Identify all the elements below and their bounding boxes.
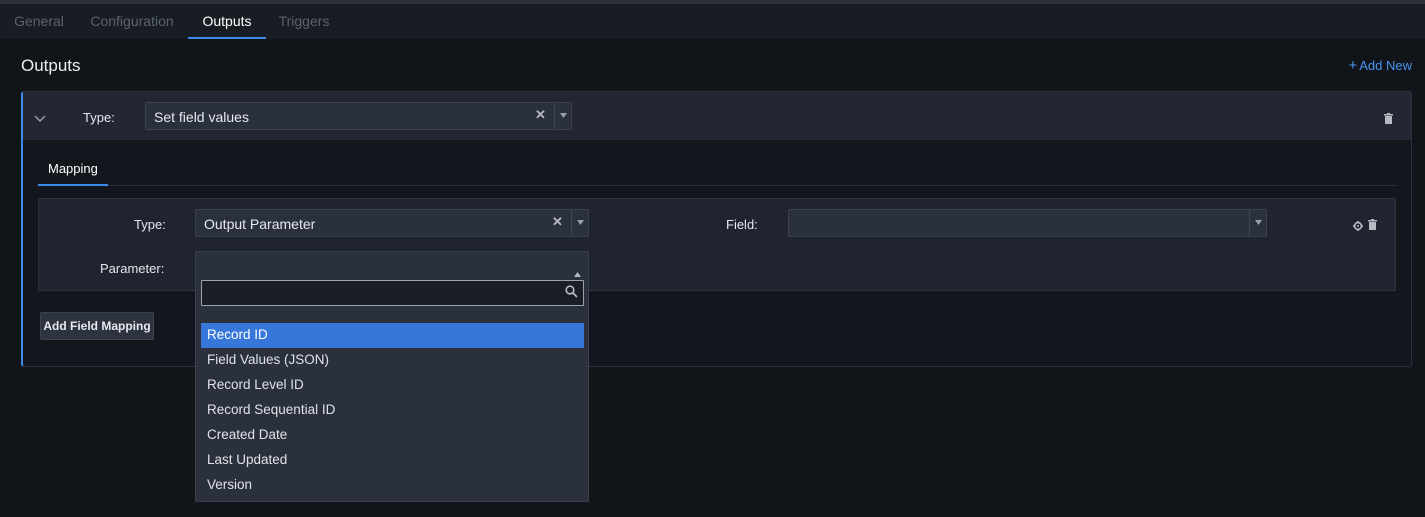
option-created-date[interactable]: Created Date [201,423,584,448]
option-record-level-id[interactable]: Record Level ID [201,373,584,398]
caret-down-icon[interactable] [554,103,571,129]
subtab-mapping[interactable]: Mapping [38,155,108,186]
output-card-header: Type: Set field values ✕ [23,92,1411,140]
clear-x-icon[interactable]: ✕ [552,214,563,230]
section-title: Outputs [21,56,81,75]
parameter-dropdown[interactable]: Record ID Field Values (JSON) Record Lev… [195,251,589,502]
option-version[interactable]: Version [201,473,584,498]
caret-down-icon[interactable] [571,210,588,236]
caret-down-icon[interactable] [1249,210,1266,236]
clear-x-icon[interactable]: ✕ [535,107,546,123]
option-record-id[interactable]: Record ID [201,323,584,348]
tab-general[interactable]: General [6,4,72,39]
mapping-type-value: Output Parameter [204,216,316,232]
field-label: Field: [726,217,758,232]
tab-outputs[interactable]: Outputs [188,4,266,39]
plus-icon: + [1348,57,1358,74]
search-icon [565,285,578,303]
option-field-values-json[interactable]: Field Values (JSON) [201,348,584,373]
gear-icon[interactable] [1353,218,1363,236]
tab-configuration[interactable]: Configuration [86,4,178,39]
option-last-updated[interactable]: Last Updated [201,448,584,473]
add-new-button[interactable]: + Add New [1348,57,1412,74]
trash-icon[interactable] [1384,111,1393,129]
output-type-value: Set field values [154,109,249,125]
output-type-select[interactable]: Set field values ✕ [145,102,572,130]
mapping-type-select[interactable]: Output Parameter ✕ [195,209,589,237]
add-new-label: Add New [1359,58,1412,73]
chevron-down-icon[interactable] [34,110,46,122]
parameter-search-input[interactable] [201,280,584,306]
tab-triggers[interactable]: Triggers [276,4,332,39]
trash-icon[interactable] [1368,217,1377,235]
mapping-type-label: Type: [134,217,166,232]
output-type-label: Type: [83,110,115,125]
top-tab-bar: General Configuration Outputs Triggers [0,4,1425,39]
add-field-mapping-button[interactable]: Add Field Mapping [40,312,154,340]
option-record-sequential-id[interactable]: Record Sequential ID [201,398,584,423]
mapping-subtabs: Mapping [38,155,1397,186]
parameter-options-list: Record ID Field Values (JSON) Record Lev… [201,323,584,498]
field-select[interactable] [788,209,1267,237]
parameter-label: Parameter: [100,261,165,276]
